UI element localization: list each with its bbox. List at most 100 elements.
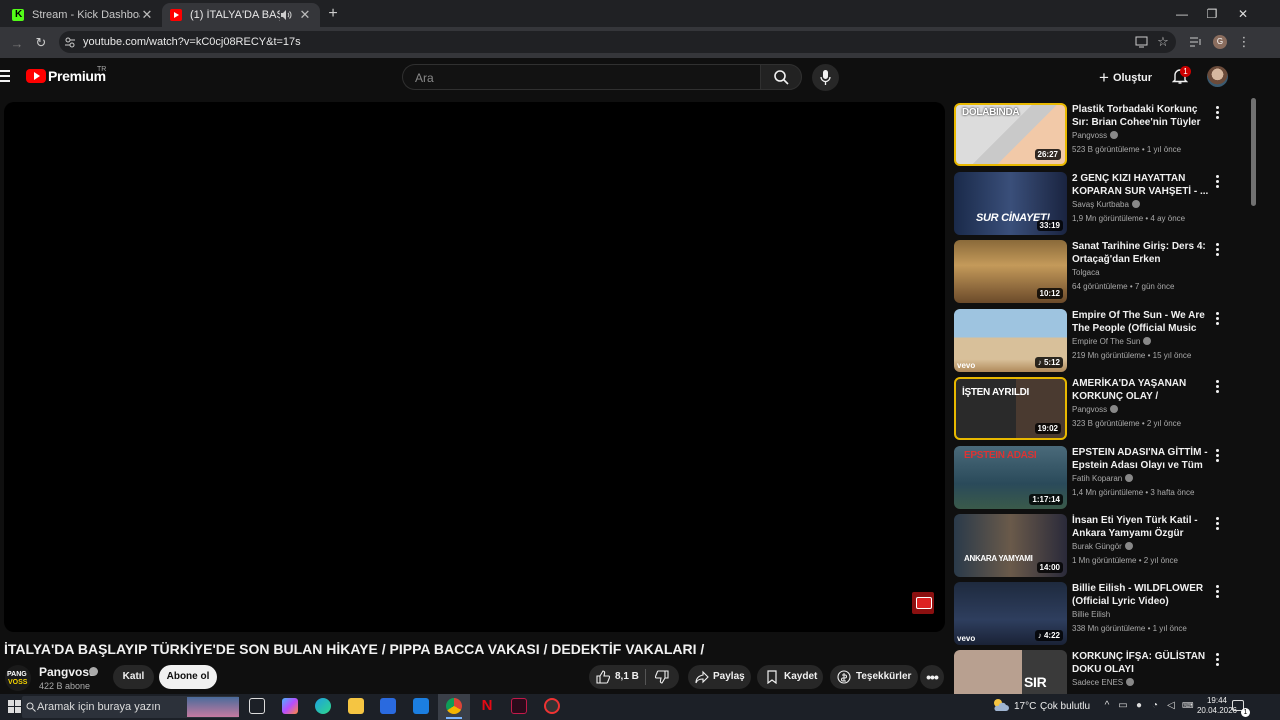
maximize-button[interactable]: ❐ (1197, 5, 1227, 23)
chrome-icon[interactable] (446, 698, 462, 714)
channel-watermark-icon[interactable] (912, 592, 934, 614)
microphone-icon[interactable]: ● (1134, 701, 1144, 711)
share-button[interactable]: Paylaş (688, 665, 751, 689)
valorant-icon[interactable] (511, 698, 527, 714)
video-thumbnail[interactable]: EPSTEIN ADASI 1:17:14 (954, 446, 1067, 509)
channel-name[interactable]: Pangvoss (39, 665, 96, 679)
recommended-video[interactable]: İŞTEN AYRILDI 19:02 AMERİKA'DA YAŞANAN K… (954, 377, 1234, 443)
video-thumbnail[interactable]: ANKARA YAMYAMI 14:00 (954, 514, 1067, 577)
reload-icon[interactable]: ↻ (34, 35, 48, 51)
more-options-icon[interactable] (1212, 652, 1222, 666)
recommended-title[interactable]: İnsan Eti Yiyen Türk Katil - Ankara Yamy… (1072, 514, 1209, 540)
recommended-channel[interactable]: Pangvoss (1072, 131, 1119, 140)
search-box[interactable] (402, 64, 760, 90)
video-thumbnail[interactable]: vevo ♪ 4:22 (954, 582, 1067, 645)
scrollbar-thumb[interactable] (1251, 98, 1256, 206)
recommended-video[interactable]: EPSTEIN ADASI 1:17:14 EPSTEIN ADASI'NA G… (954, 446, 1234, 512)
recommended-video[interactable]: 10:12 Sanat Tarihine Giriş: Ders 4: Orta… (954, 240, 1234, 306)
recommended-title[interactable]: Plastik Torbadaki Korkunç Sır: Brian Coh… (1072, 103, 1209, 129)
tab-youtube-video[interactable]: (1) İTALYA'DA BAŞLAYIP TÜ ✕ (162, 3, 320, 27)
video-thumbnail[interactable]: SIR (954, 650, 1067, 694)
video-thumbnail[interactable]: İŞTEN AYRILDI 19:02 (954, 377, 1067, 440)
close-tab-icon[interactable]: ✕ (298, 7, 312, 23)
recommended-title[interactable]: Sanat Tarihine Giriş: Ders 4: Ortaçağ'da… (1072, 240, 1209, 266)
more-options-icon[interactable] (1212, 105, 1222, 119)
chevron-up-icon[interactable]: ^ (1102, 701, 1112, 711)
recommended-video[interactable]: SIR KORKUNÇ İFŞA: GÜLİSTAN DOKU OLAYI Sa… (954, 650, 1234, 694)
recommended-channel[interactable]: Fatih Koparan (1072, 474, 1134, 483)
recommended-title[interactable]: Billie Eilish - WILDFLOWER (Official Lyr… (1072, 582, 1209, 608)
more-options-icon[interactable] (1212, 584, 1222, 598)
network-adapter-icon[interactable]: ▭ (1118, 701, 1128, 711)
thumbs-down-icon[interactable] (655, 670, 669, 684)
subscribe-button[interactable]: Abone ol (159, 665, 217, 689)
site-info-icon[interactable] (64, 36, 76, 48)
youtube-logo-icon[interactable] (26, 69, 46, 83)
recommended-title[interactable]: EPSTEIN ADASI'NA GİTTİM - Epstein Adası … (1072, 446, 1209, 472)
more-options-icon[interactable] (1212, 379, 1222, 393)
video-thumbnail[interactable]: vevo ♪ 5:12 (954, 309, 1067, 372)
more-actions-button[interactable]: ••• (920, 665, 944, 689)
obs-icon[interactable] (544, 698, 560, 714)
forward-icon[interactable]: → (10, 36, 24, 51)
new-tab-button[interactable]: + (324, 5, 342, 23)
recommended-channel[interactable]: Empire Of The Sun (1072, 337, 1152, 346)
video-thumbnail[interactable]: DOLABINDA 26:27 (954, 103, 1067, 166)
recommended-title[interactable]: KORKUNÇ İFŞA: GÜLİSTAN DOKU OLAYI (1072, 650, 1209, 676)
video-player[interactable] (4, 102, 945, 632)
language-icon[interactable]: ⌨ (1182, 701, 1194, 711)
copilot-icon[interactable] (282, 698, 298, 714)
user-avatar[interactable] (1207, 66, 1228, 87)
like-count[interactable]: 8,1 B (615, 665, 639, 689)
microsoft-store-icon[interactable] (380, 698, 396, 714)
tab-kick-dashboard[interactable]: K Stream - Kick Dashboard ✕ (4, 3, 162, 27)
video-thumbnail[interactable]: 10:12 (954, 240, 1067, 303)
recommended-channel[interactable]: Sadece ENES (1072, 678, 1135, 687)
bookmark-star-icon[interactable]: ☆ (1156, 34, 1170, 50)
recommended-title[interactable]: AMERİKA'DA YAŞANAN KORKUNÇ OLAY / DEDEKT… (1072, 377, 1209, 403)
more-options-icon[interactable] (1212, 174, 1222, 188)
recommended-video[interactable]: vevo ♪ 5:12 Empire Of The Sun - We Are T… (954, 309, 1234, 375)
windows-start-icon[interactable] (8, 700, 22, 714)
speaker-icon[interactable] (280, 9, 292, 21)
minimize-button[interactable]: — (1167, 5, 1197, 23)
media-control-icon[interactable] (1190, 37, 1202, 47)
browser-menu-icon[interactable]: ⋮ (1237, 34, 1251, 50)
close-window-button[interactable]: ✕ (1228, 5, 1258, 23)
recommended-channel[interactable]: Billie Eilish (1072, 610, 1110, 619)
wifi-icon[interactable]: ◔ (1150, 701, 1160, 711)
recommended-video[interactable]: DOLABINDA 26:27 Plastik Torbadaki Korkun… (954, 103, 1234, 169)
task-view-icon[interactable] (249, 698, 265, 714)
voice-search-button[interactable] (812, 64, 839, 91)
recommended-channel[interactable]: Burak Güngör (1072, 542, 1133, 551)
more-options-icon[interactable] (1212, 242, 1222, 256)
more-options-icon[interactable] (1212, 448, 1222, 462)
profile-avatar[interactable]: G (1213, 35, 1227, 49)
recommended-video[interactable]: SUR CİNAYET! 33:19 2 GENÇ KIZI HAYATTAN … (954, 172, 1234, 238)
recommended-channel[interactable]: Tolgaca (1072, 268, 1100, 277)
close-tab-icon[interactable]: ✕ (140, 7, 154, 23)
recommended-channel[interactable]: Savaş Kurtbaba (1072, 200, 1140, 209)
more-options-icon[interactable] (1212, 516, 1222, 530)
channel-avatar[interactable]: PANG VOSS (5, 665, 31, 691)
weather-cloud-icon[interactable] (992, 698, 1010, 712)
netflix-icon[interactable]: N (479, 698, 495, 714)
file-explorer-icon[interactable] (348, 698, 364, 714)
outlook-icon[interactable] (413, 698, 429, 714)
recommended-title[interactable]: Empire Of The Sun - We Are The People (O… (1072, 309, 1209, 335)
edge-icon[interactable] (315, 698, 331, 714)
join-button[interactable]: Katıl (113, 665, 154, 689)
recommended-video[interactable]: ANKARA YAMYAMI 14:00 İnsan Eti Yiyen Tür… (954, 514, 1234, 580)
more-options-icon[interactable] (1212, 311, 1222, 325)
create-button[interactable]: + Oluştur (1099, 68, 1152, 88)
cast-icon[interactable] (1135, 36, 1148, 48)
recommended-channel[interactable]: Pangvoss (1072, 405, 1119, 414)
save-button[interactable]: Kaydet (757, 665, 823, 689)
hamburger-menu-icon[interactable] (0, 70, 10, 82)
video-thumbnail[interactable]: SUR CİNAYET! 33:19 (954, 172, 1067, 235)
recommended-title[interactable]: 2 GENÇ KIZI HAYATTAN KOPARAN SUR VAHŞETİ… (1072, 172, 1209, 198)
recommended-video[interactable]: vevo ♪ 4:22 Billie Eilish - WILDFLOWER (… (954, 582, 1234, 648)
volume-icon[interactable]: ◁ (1166, 701, 1176, 711)
search-button[interactable] (760, 64, 802, 90)
search-input[interactable] (415, 70, 745, 86)
